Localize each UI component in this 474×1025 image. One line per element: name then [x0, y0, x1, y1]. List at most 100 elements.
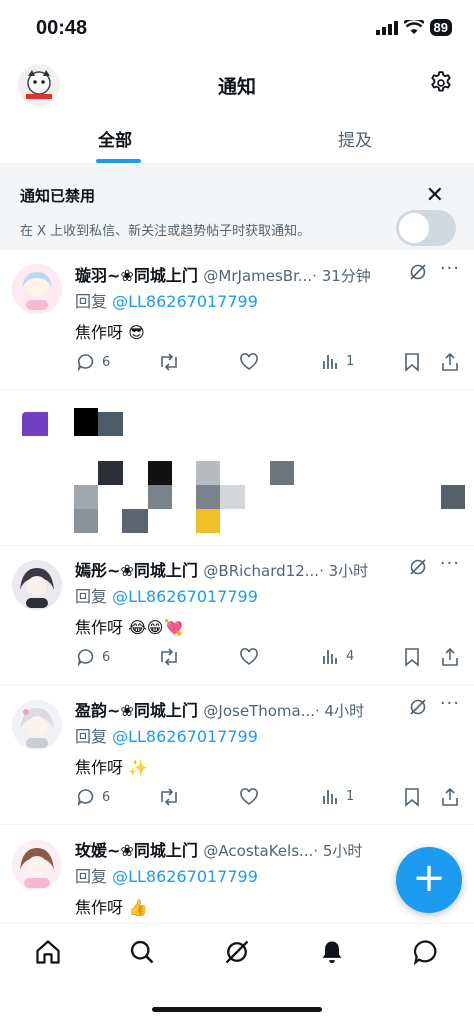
post-text: 焦作呀 😂😁💘 [75, 618, 184, 637]
post-text: 焦作呀 😎 [75, 323, 145, 342]
author-name: 玫媛~❀同城上门 [75, 841, 198, 860]
bookmark-button[interactable] [403, 647, 421, 667]
post-actions: 6 4 [0, 647, 474, 671]
more-icon[interactable]: ··· [440, 553, 460, 574]
author-handle: @AcostaKels... [203, 842, 314, 860]
grok-icon[interactable] [408, 697, 428, 721]
avatar[interactable] [12, 264, 62, 314]
divider [0, 249, 474, 250]
author-handle: @MrJamesBr... [203, 267, 313, 285]
share-icon [442, 352, 458, 371]
views-icon [323, 790, 337, 804]
page-title: 通知 [217, 76, 256, 98]
reply-button[interactable]: 6 [76, 787, 110, 807]
repost-icon [161, 353, 177, 371]
tab-mentions[interactable]: 提及 [338, 126, 372, 151]
wifi-icon [403, 20, 424, 34]
view-count: 1 [346, 353, 355, 369]
heart-icon [240, 648, 258, 665]
search-icon[interactable] [128, 938, 156, 970]
reply-button[interactable]: 6 [76, 352, 110, 372]
bookmark-icon [405, 788, 419, 807]
views-icon [323, 355, 337, 369]
bookmark-icon [405, 648, 419, 667]
toggle-knob [399, 213, 429, 243]
status-icons: 89 [375, 19, 452, 36]
share-icon [442, 647, 458, 666]
gear-icon[interactable] [428, 70, 454, 100]
share-button[interactable] [441, 352, 459, 372]
post-actions: 6 1 [0, 352, 474, 376]
reply-icon [77, 789, 94, 807]
repost-button[interactable] [158, 787, 180, 807]
reply-context: 回复 @LL86267017799 [75, 863, 258, 887]
share-button[interactable] [441, 647, 459, 667]
divider [0, 824, 474, 825]
like-button[interactable] [239, 787, 259, 807]
close-icon[interactable]: ✕ [426, 183, 444, 208]
repost-button[interactable] [158, 647, 180, 667]
view-count: 4 [346, 648, 355, 664]
reply-prefix: 回复 [75, 867, 113, 886]
author-name: 盈韵~❀同城上门 [75, 701, 198, 720]
mention-link[interactable]: @LL86267017799 [112, 292, 258, 311]
bell-icon[interactable] [318, 938, 346, 970]
messages-icon[interactable] [412, 938, 440, 970]
post-author[interactable]: 盈韵~❀同城上门 @JoseThoma...· 4小时 [75, 697, 364, 721]
mention-link[interactable]: @LL86267017799 [112, 867, 258, 886]
pixelated-post [0, 390, 474, 545]
post-author[interactable]: 嫣彤~❀同城上门 @BRichard12...· 3小时 [75, 557, 368, 581]
like-button[interactable] [239, 647, 259, 667]
reply-icon [77, 354, 94, 372]
mention-link[interactable]: @LL86267017799 [112, 727, 258, 746]
author-name: 嫣彤~❀同城上门 [75, 561, 198, 580]
post-text: 焦作呀 ✨ [75, 758, 149, 777]
grok-icon[interactable] [408, 557, 428, 581]
views-button[interactable]: 1 [322, 352, 354, 370]
views-button[interactable]: 1 [322, 787, 354, 805]
signal-icon [375, 20, 398, 35]
home-icon[interactable] [34, 938, 62, 970]
author-handle: @JoseThoma... [203, 702, 316, 720]
bookmark-button[interactable] [403, 787, 421, 807]
avatar[interactable] [12, 700, 62, 750]
bookmark-icon [405, 353, 419, 372]
post-time: · 3小时 [319, 562, 369, 580]
grok-icon[interactable] [408, 262, 428, 286]
views-icon [323, 650, 337, 664]
divider [0, 684, 474, 685]
repost-button[interactable] [158, 352, 180, 372]
post-actions: 6 1 [0, 787, 474, 811]
tab-all[interactable]: 全部 [98, 126, 132, 151]
avatar[interactable] [12, 840, 62, 890]
battery-level: 89 [429, 19, 452, 36]
more-icon[interactable]: ··· [440, 693, 460, 714]
author-handle: @BRichard12... [203, 562, 320, 580]
status-time: 00:48 [36, 17, 88, 39]
bookmark-button[interactable] [403, 352, 421, 372]
repost-icon [161, 648, 177, 666]
grok-icon[interactable] [223, 938, 251, 970]
views-button[interactable]: 4 [322, 647, 354, 665]
reply-icon [77, 649, 94, 667]
post-time: · 4小时 [315, 702, 365, 720]
reply-context: 回复 @LL86267017799 [75, 288, 258, 312]
reply-button[interactable]: 6 [76, 647, 110, 667]
reply-count: 6 [102, 354, 111, 370]
heart-icon [240, 353, 258, 370]
notifications-toggle[interactable] [396, 210, 456, 246]
compose-button[interactable]: + [396, 847, 462, 913]
reply-count: 6 [102, 649, 111, 665]
repost-icon [161, 788, 177, 806]
post-author[interactable]: 玫媛~❀同城上门 @AcostaKels...· 5小时 [75, 837, 362, 861]
reply-prefix: 回复 [75, 292, 113, 311]
reply-prefix: 回复 [75, 587, 113, 606]
avatar[interactable] [12, 560, 62, 610]
home-indicator [152, 1007, 322, 1012]
post-author[interactable]: 璇羽~❀同城上门 @MrJamesBr...· 31分钟 [75, 262, 371, 286]
like-button[interactable] [239, 352, 259, 372]
reply-count: 6 [102, 789, 111, 805]
more-icon[interactable]: ··· [440, 258, 460, 279]
mention-link[interactable]: @LL86267017799 [112, 587, 258, 606]
share-button[interactable] [441, 787, 459, 807]
